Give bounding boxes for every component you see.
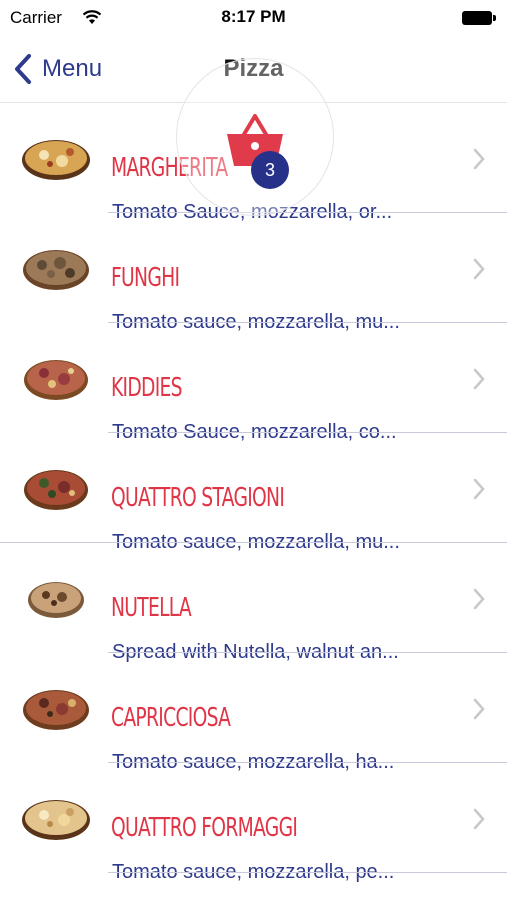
list-item[interactable]: QUATTRO FORMAGGI Tomato sauce, mozzarell… [0,763,507,883]
pizza-name: KIDDIES [111,373,183,403]
pizza-image [22,800,90,840]
pizza-name: QUATTRO FORMAGGI [111,813,298,843]
status-bar: Carrier 8:17 PM [0,0,507,36]
pizza-name: FUNGHI [111,263,180,293]
chevron-right-icon [473,588,485,610]
list-item[interactable]: NUTELLA Spread with Nutella, walnut an..… [0,543,507,663]
pizza-image [22,140,90,180]
battery-icon [462,11,496,25]
list-item[interactable]: QUATTRO STAGIONI Tomato sauce, mozzarell… [0,433,507,553]
list-item[interactable]: FUNGHI Tomato sauce, mozzarella, mu... [0,213,507,333]
pizza-image [28,582,84,618]
clock: 8:17 PM [221,7,286,26]
divider [108,872,507,873]
chevron-right-icon [473,368,485,390]
pizza-image [24,470,88,510]
pizza-image [23,690,89,730]
pizza-image [24,360,88,400]
pizza-name: QUATTRO STAGIONI [111,483,285,513]
chevron-right-icon [473,478,485,500]
list-item[interactable]: KIDDIES Tomato Sauce, mozzarella, co... [0,323,507,443]
pizza-list: MARGHERITA Tomato Sauce, mozzarella, or.… [0,103,507,883]
chevron-right-icon [473,258,485,280]
chevron-right-icon [473,698,485,720]
chevron-right-icon [473,148,485,170]
pizza-name: CAPRICCIOSA [111,703,231,733]
pizza-image [23,250,89,290]
pizza-name: NUTELLA [111,593,192,623]
chevron-right-icon [473,808,485,830]
list-item[interactable]: CAPRICCIOSA Tomato sauce, mozzarella, ha… [0,653,507,773]
cart-count-badge[interactable]: 3 [251,151,289,189]
